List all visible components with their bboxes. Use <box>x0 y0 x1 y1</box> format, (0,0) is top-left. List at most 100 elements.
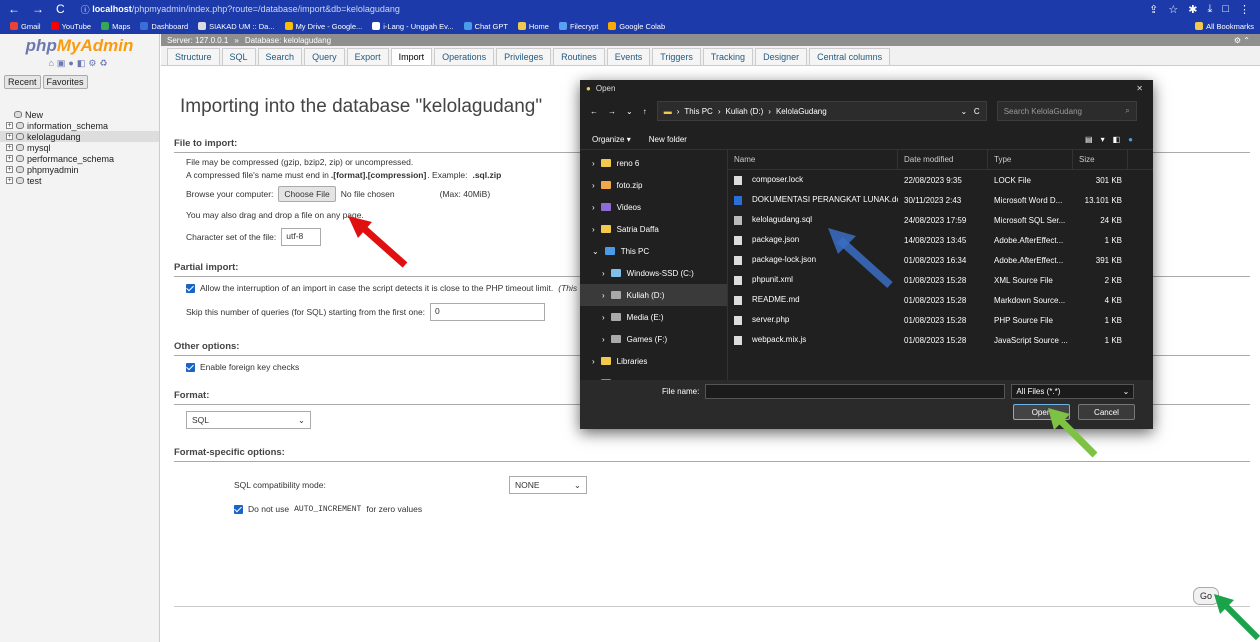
docs-icon[interactable]: ◧ <box>77 58 89 68</box>
window-icon[interactable]: □ <box>1222 3 1229 16</box>
tree-item[interactable]: New <box>0 109 159 120</box>
column-size[interactable]: Size <box>1073 149 1128 170</box>
up-icon[interactable]: ↑ <box>643 107 647 116</box>
nav-pane-item[interactable]: › Games (F:) <box>580 328 727 350</box>
path-drive[interactable]: Kuliah (D:) <box>726 107 764 116</box>
tree-item[interactable]: + kelolagudang <box>0 131 159 142</box>
tab-triggers[interactable]: Triggers <box>652 48 701 65</box>
chevron-icon[interactable]: › <box>592 225 595 234</box>
nav-pane-item[interactable]: ⌄ This PC <box>580 240 727 262</box>
path-folder[interactable]: KelolaGudang <box>776 107 827 116</box>
recent-locations-icon[interactable]: ⌄ <box>626 107 633 116</box>
forward-icon[interactable]: → <box>32 2 44 16</box>
charset-select[interactable]: utf-8 <box>281 228 322 246</box>
compat-mode-select[interactable]: NONE ⌄ <box>509 476 587 494</box>
gear-icon[interactable]: ⚙ ⌃ <box>1234 36 1260 45</box>
file-name-input[interactable] <box>705 384 1006 399</box>
tree-item[interactable]: + mysql <box>0 142 159 153</box>
forward-icon[interactable]: → <box>608 107 616 116</box>
chevron-down-icon[interactable]: ⌄ C <box>961 107 986 116</box>
nav-pane-item[interactable]: › reno 6 <box>580 152 727 174</box>
expand-icon[interactable]: + <box>6 144 13 151</box>
tab-designer[interactable]: Designer <box>755 48 808 65</box>
tree-item[interactable]: + phpmyadmin <box>0 164 159 175</box>
expand-icon[interactable]: + <box>6 177 13 184</box>
file-row[interactable]: kelolagudang.sql 24/08/2023 17:59 Microsof… <box>728 210 1153 230</box>
dialog-search-input[interactable]: Search KelolaGudang ⌕ <box>996 101 1137 121</box>
close-icon[interactable]: ✕ <box>1136 84 1153 93</box>
tab-import[interactable]: Import <box>390 48 433 65</box>
star-icon[interactable]: ☆ <box>1168 3 1178 16</box>
allow-interrupt-checkbox[interactable] <box>186 283 195 293</box>
bookmark-item[interactable]: YouTube <box>50 22 91 31</box>
extension-icon[interactable]: ✱ <box>1188 3 1197 16</box>
bookmark-item[interactable]: SIAKAD UM :: Da... <box>198 22 275 31</box>
open-button[interactable]: Open <box>1013 404 1070 420</box>
nav-pane-item[interactable]: › Kuliah (D:) <box>580 284 727 306</box>
all-bookmarks-button[interactable]: All Bookmarks <box>1195 22 1260 31</box>
format-select[interactable]: SQL ⌄ <box>186 411 311 429</box>
chevron-icon[interactable]: ⌄ <box>592 247 599 256</box>
bookmark-item[interactable]: My Drive - Google... <box>284 22 362 31</box>
chevron-icon[interactable]: › <box>592 357 595 366</box>
bookmark-item[interactable]: i-Lang - Unggah Ev... <box>372 22 454 31</box>
file-row[interactable]: webpack.mix.js 01/08/2023 15:28 JavaScript… <box>728 330 1153 350</box>
nav-pane-item[interactable]: › Videos <box>580 196 727 218</box>
file-type-select[interactable]: All Files (*.*) ⌄ <box>1011 384 1135 399</box>
go-button[interactable]: Go <box>1193 587 1220 605</box>
bookmark-item[interactable]: Google Colab <box>608 22 665 31</box>
new-folder-button[interactable]: New folder <box>649 135 687 144</box>
reload-nav-icon[interactable]: ♻ <box>99 58 110 68</box>
skip-queries-input[interactable]: 0 <box>430 303 546 321</box>
chevron-icon[interactable]: › <box>592 203 595 212</box>
file-row[interactable]: package-lock.json 01/08/2023 16:34 Adobe.A… <box>728 250 1153 270</box>
bookmark-item[interactable]: Filecrypt <box>558 22 598 31</box>
chevron-icon[interactable]: › <box>592 159 595 168</box>
tab-search[interactable]: Search <box>257 48 303 65</box>
tab-recent[interactable]: Recent <box>4 75 41 89</box>
path-this-pc[interactable]: This PC <box>684 107 712 116</box>
bookmark-item[interactable]: Dashboard <box>140 22 188 31</box>
tab-sql[interactable]: SQL <box>221 48 256 65</box>
file-row[interactable]: README.md 01/08/2023 15:28 Markdown Source… <box>728 290 1153 310</box>
tab-privileges[interactable]: Privileges <box>496 48 552 65</box>
download-icon[interactable]: ⤓ <box>1207 3 1212 16</box>
breadcrumb-database[interactable]: Database: kelolagudang <box>245 36 331 45</box>
breadcrumb-server[interactable]: Server: 127.0.0.1 <box>167 36 228 45</box>
bookmark-item[interactable]: Home <box>517 22 549 31</box>
chevron-icon[interactable]: › <box>602 313 605 322</box>
phpmyadmin-logo[interactable]: phpMyAdmin <box>0 36 159 56</box>
dialog-address-bar[interactable]: ▬ › This PC › Kuliah (D:) › KelolaGudang… <box>656 101 987 121</box>
file-row[interactable]: DOKUMENTASI PERANGKAT LUNAK.docx 30/11/20… <box>728 190 1153 210</box>
expand-icon[interactable]: + <box>6 166 13 173</box>
tab-operations[interactable]: Operations <box>434 48 495 65</box>
reload-icon[interactable]: C <box>56 2 65 16</box>
tree-item[interactable]: + test <box>0 175 159 186</box>
column-name[interactable]: Name <box>728 149 898 170</box>
file-row[interactable]: phpunit.xml 01/08/2023 15:28 XML Source Fi… <box>728 270 1153 290</box>
expand-icon[interactable]: + <box>6 133 13 140</box>
back-icon[interactable]: ← <box>590 107 598 116</box>
expand-icon[interactable]: + <box>6 122 13 129</box>
share-icon[interactable]: ⇪ <box>1149 3 1158 16</box>
nav-pane-item[interactable]: › Windows-SSD (C:) <box>580 262 727 284</box>
file-row[interactable]: server.php 01/08/2023 15:28 PHP Source Fil… <box>728 310 1153 330</box>
cancel-button[interactable]: Cancel <box>1078 404 1135 420</box>
help-icon[interactable]: ● <box>1128 135 1141 144</box>
expand-icon[interactable]: + <box>6 155 13 162</box>
file-row[interactable]: composer.lock 22/08/2023 9:35 LOCK File 301… <box>728 170 1153 190</box>
tab-central-columns[interactable]: Central columns <box>809 48 891 65</box>
organize-button[interactable]: Organize ▾ <box>592 135 631 144</box>
nav-pane-item[interactable]: › Satria Daffa <box>580 218 727 240</box>
bookmark-item[interactable]: Chat GPT <box>463 22 508 31</box>
tab-query[interactable]: Query <box>304 48 345 65</box>
chevron-icon[interactable]: › <box>602 291 605 300</box>
tab-structure[interactable]: Structure <box>167 48 220 65</box>
tree-item[interactable]: + performance_schema <box>0 153 159 164</box>
menu-icon[interactable]: ⋮ <box>1239 3 1250 16</box>
bookmark-item[interactable]: Gmail <box>10 22 41 31</box>
tab-events[interactable]: Events <box>606 48 651 65</box>
chevron-icon[interactable]: › <box>602 269 605 278</box>
nav-pane-item[interactable]: › Libraries <box>580 350 727 372</box>
tab-routines[interactable]: Routines <box>553 48 605 65</box>
